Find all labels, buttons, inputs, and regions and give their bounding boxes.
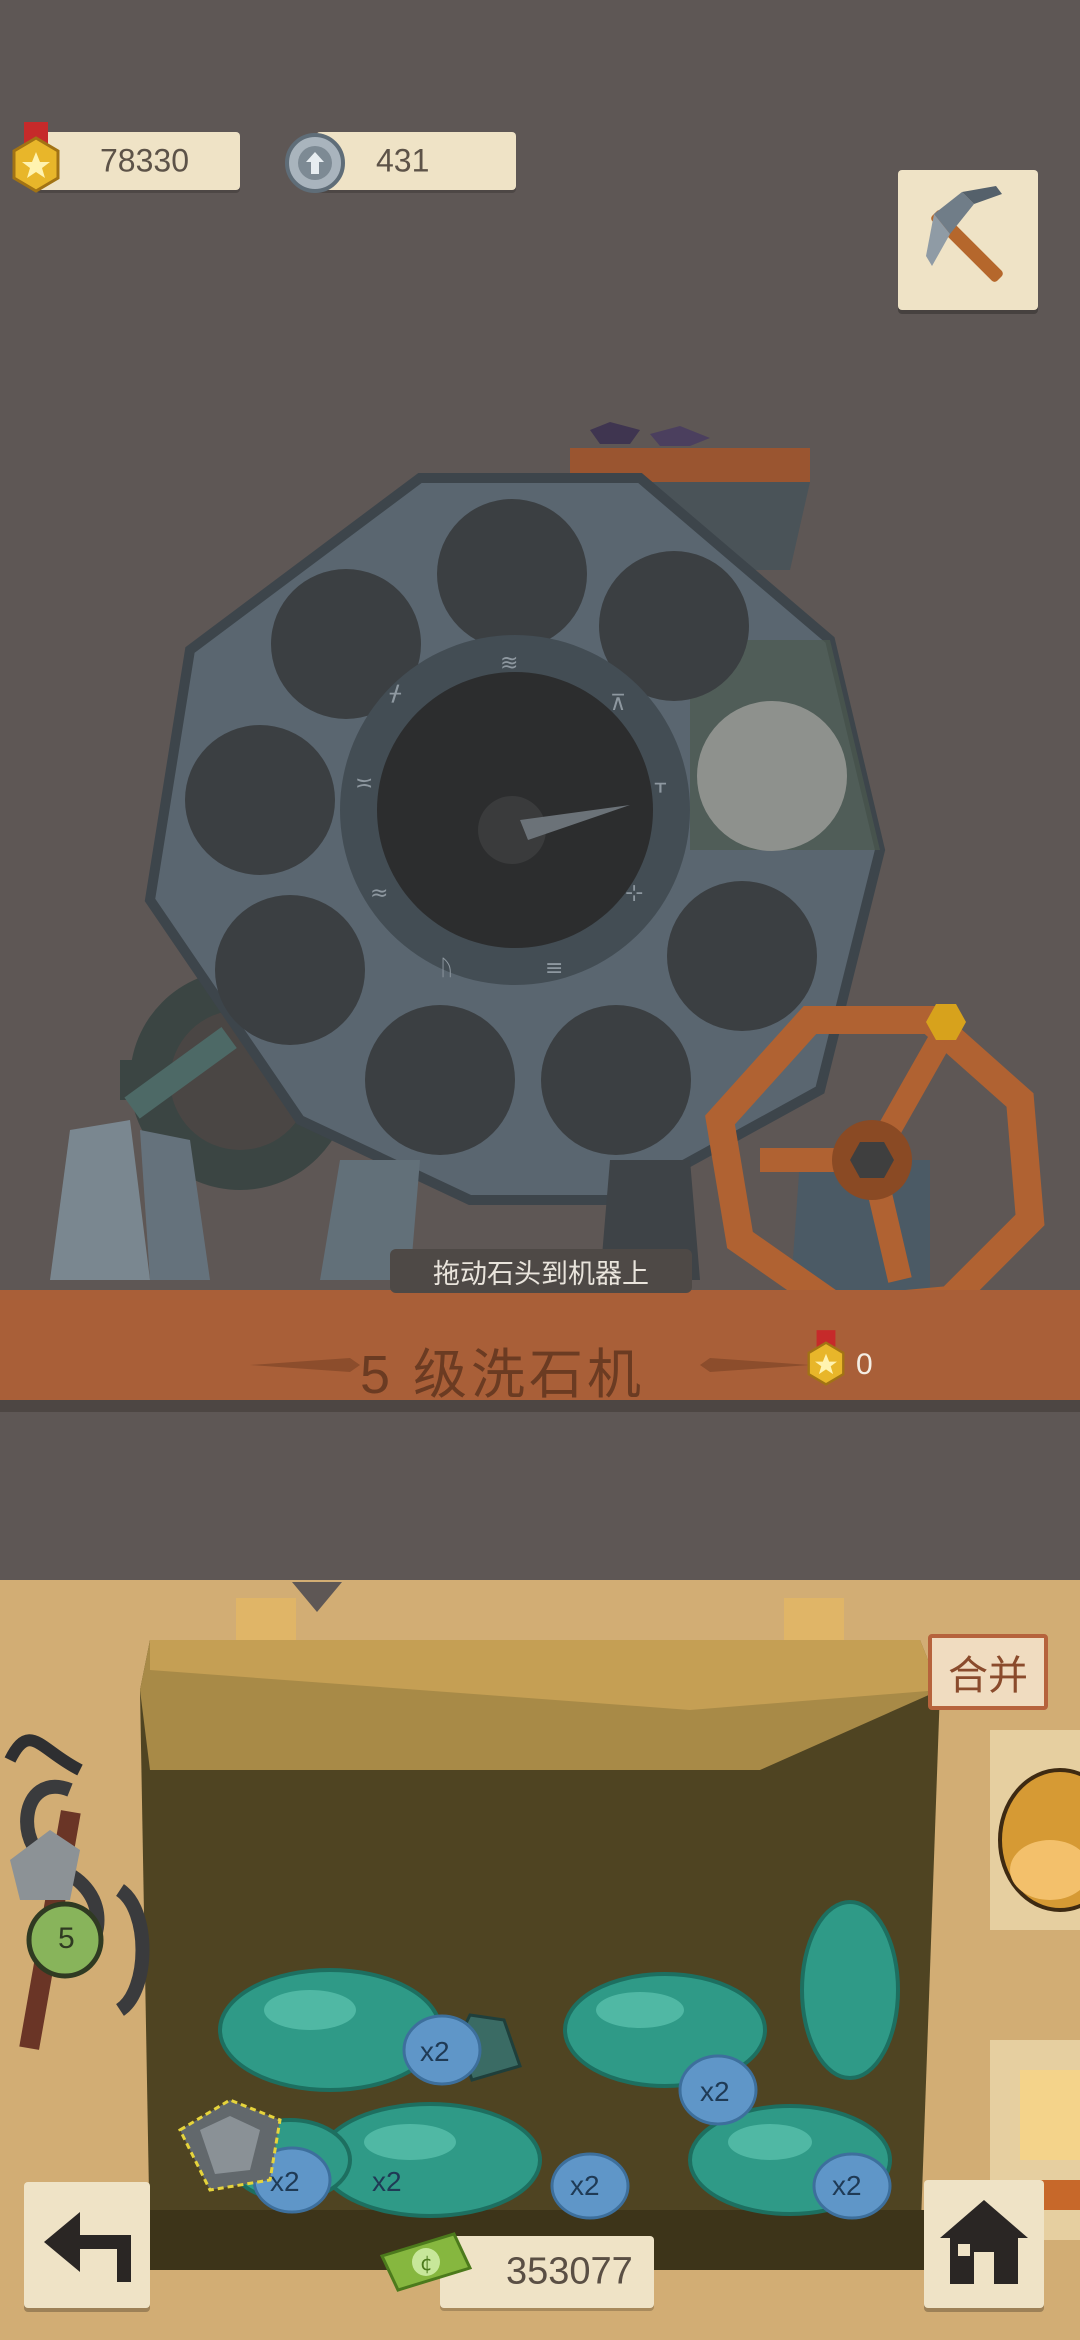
svg-text:ᚋ: ᚋ: [389, 681, 402, 706]
multiplier-badge-4: x2: [570, 2170, 600, 2201]
gear-count: 431: [376, 142, 430, 179]
svg-text:ᚁ: ᚁ: [654, 771, 667, 796]
svg-text:≍: ≍: [355, 771, 373, 796]
crank-wheel[interactable]: [705, 1004, 1045, 1325]
svg-text:≋: ≋: [500, 651, 518, 676]
svg-text:¢: ¢: [420, 2251, 433, 2275]
cash-icon: ¢: [379, 2232, 473, 2292]
raw-stone[interactable]: [170, 2090, 290, 2200]
washing-machine[interactable]: ≋ ⊼ ᚁ ⊹ ≡ ᚢ ≈ ≍ ᚋ: [0, 400, 1080, 1350]
gear-coin-icon: [284, 132, 346, 194]
drag-hint: 拖动石头到机器上: [390, 1249, 692, 1293]
pickaxe-button[interactable]: [898, 170, 1038, 310]
multiplier-badge-6: x2: [372, 2166, 402, 2197]
home-icon: [940, 2200, 1028, 2284]
reward-count: 0: [856, 1348, 873, 1381]
cash-amount: 353077: [506, 2250, 633, 2293]
svg-text:≡: ≡: [545, 956, 563, 981]
svg-text:⊹: ⊹: [625, 881, 643, 906]
timer-badge: 5: [58, 1922, 75, 1955]
machine-title: 5 级洗石机: [360, 1345, 646, 1405]
timer-tool[interactable]: [0, 1730, 160, 2080]
back-arrow-icon: [44, 2212, 131, 2282]
home-button[interactable]: [924, 2180, 1044, 2308]
gold-medal-icon: [8, 122, 64, 198]
medal-counter: 78330: [36, 132, 240, 190]
gear-counter: 431: [316, 132, 516, 190]
left-mount: [50, 1120, 150, 1280]
machine-dial: ≋ ⊼ ᚁ ⊹ ≡ ᚢ ≈ ≍ ᚋ: [340, 635, 690, 985]
svg-text:≈: ≈: [370, 881, 388, 906]
side-item-top[interactable]: [990, 1730, 1080, 1930]
back-button[interactable]: [24, 2182, 150, 2308]
reward-medal-icon: [804, 1330, 848, 1390]
multiplier-badge-5: x2: [832, 2170, 862, 2201]
medal-count: 78330: [100, 142, 189, 179]
multiplier-badge-2: x2: [700, 2076, 730, 2107]
merge-button[interactable]: 合并: [928, 1634, 1048, 1710]
svg-text:ᚢ: ᚢ: [440, 956, 453, 981]
svg-text:⊼: ⊼: [610, 691, 626, 716]
multiplier-badge-1: x2: [420, 2036, 450, 2067]
pickaxe-icon: [926, 186, 1003, 282]
